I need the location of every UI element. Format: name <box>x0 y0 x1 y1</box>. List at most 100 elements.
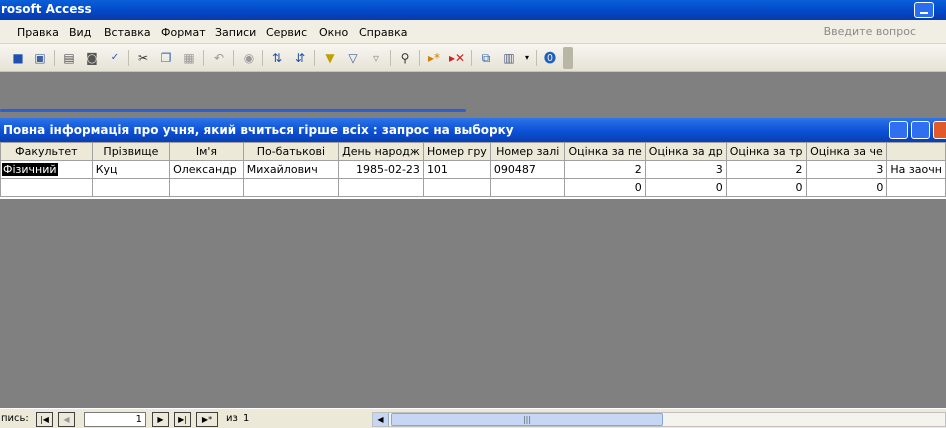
paste-icon[interactable]: ▦ <box>180 49 198 67</box>
scrollbar-thumb[interactable]: ||| <box>391 413 663 426</box>
column-header[interactable]: Оцінка за че <box>805 142 888 161</box>
column-header[interactable]: Оцінка за тр <box>725 142 807 161</box>
table-cell[interactable]: Фізичний <box>0 160 93 179</box>
table-cell[interactable]: На заочн <box>886 160 946 179</box>
table-cell[interactable]: 0 <box>564 178 646 197</box>
toolbar-separator <box>390 50 391 66</box>
table-cell[interactable]: Куц <box>91 160 171 179</box>
next-record-button[interactable]: ▶ <box>152 412 169 427</box>
datasheet-grid: Факультет Прізвище Ім'я По-батькові День… <box>0 142 946 199</box>
menu-bar: Правка Вид Вставка Формат Записи Сервис … <box>0 20 946 44</box>
table-cell[interactable]: 0 <box>644 178 727 197</box>
record-navigation-bar: пись: |◀ ◀ 1 ▶ ▶| ▶* из 1 ◀ ||| <box>0 408 946 428</box>
table-cell[interactable]: 0 <box>725 178 807 197</box>
column-header[interactable]: Номер гру <box>422 142 491 161</box>
table-cell[interactable]: 090487 <box>489 160 566 179</box>
column-header[interactable]: Оцінка за др <box>644 142 727 161</box>
minimize-app-button[interactable] <box>914 2 934 18</box>
table-cell[interactable] <box>886 178 946 197</box>
ask-question-box[interactable]: Введите вопрос <box>824 25 916 38</box>
query-window-titlebar: Повна інформація про учня, який вчиться … <box>0 118 946 142</box>
file-search-icon[interactable]: ▣ <box>31 49 49 67</box>
column-header[interactable]: Номер залі <box>489 142 566 161</box>
find-icon[interactable]: ⚲ <box>396 49 414 67</box>
window-close-button[interactable] <box>933 121 946 139</box>
window-maximize-button[interactable] <box>911 121 930 139</box>
menu-format[interactable]: Формат <box>161 26 206 39</box>
toolbar-separator <box>203 50 204 66</box>
chevron-down-icon[interactable]: ▾ <box>518 49 536 67</box>
column-header[interactable]: По-батькові <box>242 142 339 161</box>
column-header[interactable]: Факультет <box>0 142 93 161</box>
last-record-button[interactable]: ▶| <box>174 412 191 427</box>
previous-record-button[interactable]: ◀ <box>58 412 75 427</box>
table-cell[interactable]: 2 <box>564 160 646 179</box>
column-header[interactable] <box>886 142 946 161</box>
undo-icon[interactable]: ↶ <box>210 49 228 67</box>
background-window-edge <box>0 109 466 112</box>
toolbar-separator <box>419 50 420 66</box>
table-cell[interactable]: 101 <box>422 160 491 179</box>
database-window-icon[interactable]: ⧉ <box>477 49 495 67</box>
new-record-icon[interactable]: ▸* <box>425 49 443 67</box>
total-records: 1 <box>243 413 250 424</box>
menu-view[interactable]: Вид <box>69 26 91 39</box>
database-toolbar: ■ ▣ ▤ ◙ ✓ ✂ ❐ ▦ ↶ ◉ ⇅ ⇵ ▼ ▽ ▿ ⚲ ▸* ▸✕ ⧉ … <box>0 44 946 72</box>
sort-ascending-icon[interactable]: ⇅ <box>268 49 286 67</box>
table-cell[interactable] <box>91 178 171 197</box>
first-record-button[interactable]: |◀ <box>36 412 53 427</box>
filter-by-form-icon[interactable]: ▽ <box>344 49 362 67</box>
selected-cell-text[interactable]: Фізичний <box>2 163 58 176</box>
query-window: Повна інформація про учня, який вчиться … <box>0 118 946 200</box>
cut-icon[interactable]: ✂ <box>134 49 152 67</box>
filter-by-selection-icon[interactable]: ▼ <box>321 49 339 67</box>
scroll-left-icon[interactable]: ◀ <box>373 413 389 426</box>
table-cell[interactable] <box>0 178 93 197</box>
delete-record-icon[interactable]: ▸✕ <box>448 49 466 67</box>
table-cell[interactable] <box>422 178 491 197</box>
table-cell[interactable] <box>242 178 339 197</box>
column-header[interactable]: Прізвище <box>91 142 171 161</box>
table-cell[interactable] <box>489 178 566 197</box>
print-preview-icon[interactable]: ◙ <box>83 49 101 67</box>
copy-icon[interactable]: ❐ <box>157 49 175 67</box>
save-icon[interactable]: ■ <box>9 49 27 67</box>
toolbar-options-handle[interactable] <box>563 47 573 69</box>
table-row[interactable]: Фізичний Куц Олександр Михайлович 1985-0… <box>0 160 946 179</box>
sort-descending-icon[interactable]: ⇵ <box>291 49 309 67</box>
datasheet-table: Факультет Прізвище Ім'я По-батькові День… <box>0 142 946 197</box>
print-icon[interactable]: ▤ <box>60 49 78 67</box>
menu-tools[interactable]: Сервис <box>266 26 307 39</box>
menu-edit[interactable]: Правка <box>17 26 59 39</box>
table-cell[interactable]: Олександр <box>169 160 244 179</box>
toolbar-separator <box>128 50 129 66</box>
spelling-icon[interactable]: ✓ <box>106 49 124 67</box>
table-cell[interactable]: 2 <box>725 160 807 179</box>
help-icon[interactable]: ⓿ <box>541 49 559 67</box>
table-cell[interactable]: 0 <box>805 178 888 197</box>
table-cell[interactable]: Михайлович <box>242 160 339 179</box>
apply-filter-icon[interactable]: ▿ <box>367 49 385 67</box>
table-row[interactable]: 0 0 0 0 <box>0 178 946 197</box>
toolbar-separator <box>262 50 263 66</box>
new-object-icon[interactable]: ▥ <box>500 49 518 67</box>
menu-records[interactable]: Записи <box>215 26 256 39</box>
table-cell[interactable]: 1985-02-23 <box>337 160 424 179</box>
window-minimize-button[interactable] <box>889 121 908 139</box>
horizontal-scrollbar[interactable]: ◀ ||| <box>372 412 946 427</box>
table-cell[interactable] <box>337 178 424 197</box>
new-record-button[interactable]: ▶* <box>196 412 218 427</box>
table-cell[interactable]: 3 <box>644 160 727 179</box>
menu-help[interactable]: Справка <box>359 26 407 39</box>
column-header[interactable]: Ім'я <box>169 142 244 161</box>
table-cell[interactable]: 3 <box>805 160 888 179</box>
hyperlink-icon[interactable]: ◉ <box>240 49 258 67</box>
menu-insert[interactable]: Вставка <box>104 26 151 39</box>
app-titlebar: rosoft Access <box>0 0 946 20</box>
column-header[interactable]: Оцінка за пе <box>564 142 646 161</box>
table-cell[interactable] <box>169 178 244 197</box>
menu-window[interactable]: Окно <box>319 26 348 39</box>
access-window: rosoft Access Правка Вид Вставка Формат … <box>0 0 946 428</box>
record-number-input[interactable]: 1 <box>84 412 146 427</box>
column-header[interactable]: День народж <box>337 142 424 161</box>
